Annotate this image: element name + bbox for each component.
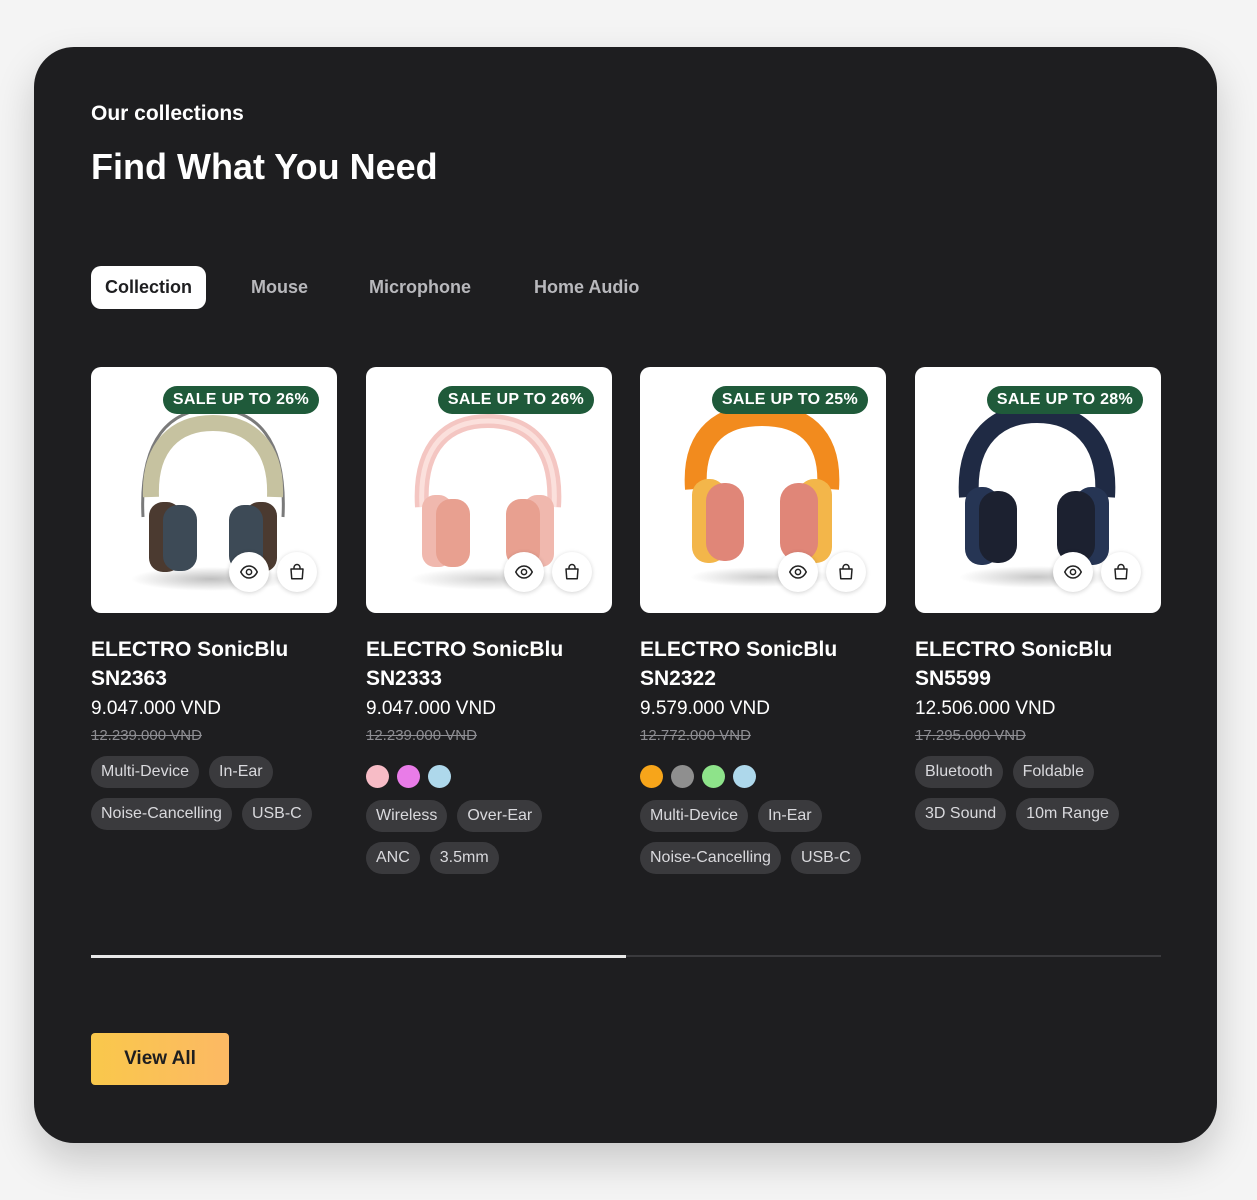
product-price: 9.047.000 VND — [366, 698, 496, 719]
product-price: 9.047.000 VND — [91, 698, 221, 719]
feature-tag: USB-C — [241, 798, 312, 830]
product-old-price: 12.239.000 VND — [366, 727, 477, 744]
product-price: 9.579.000 VND — [640, 698, 770, 719]
color-swatches — [366, 761, 612, 791]
sale-badge: SALE UP TO 25% — [711, 386, 868, 414]
product-name[interactable]: ELECTRO SonicBlu SN2322 — [640, 635, 886, 693]
add-to-cart-button[interactable] — [826, 552, 866, 592]
product-card[interactable]: SALE UP TO 26% ELECTRO SonicBlu SN2333 9… — [366, 367, 612, 884]
color-swatch[interactable] — [397, 764, 420, 788]
feature-tags: Bluetooth Foldable 3D Sound 10m Range — [915, 756, 1161, 840]
eye-icon — [515, 565, 533, 579]
feature-tag: ANC — [366, 842, 420, 874]
feature-tag: Multi-Device — [91, 756, 200, 788]
feature-tag: Over-Ear — [457, 800, 543, 832]
product-image[interactable]: SALE UP TO 26% — [91, 367, 337, 613]
feature-tag: 3.5mm — [429, 842, 499, 874]
feature-tags: Wireless Over-Ear ANC 3.5mm — [366, 800, 612, 884]
shopping-bag-icon — [1114, 563, 1128, 580]
feature-tag: Bluetooth — [915, 756, 1003, 788]
product-price: 12.506.000 VND — [915, 698, 1056, 719]
color-swatch[interactable] — [733, 764, 756, 788]
add-to-cart-button[interactable] — [1101, 552, 1141, 592]
product-card[interactable]: SALE UP TO 26% ELECTRO SonicBlu SN2363 9… — [91, 367, 337, 840]
color-swatch[interactable] — [428, 764, 451, 788]
tab-mouse[interactable]: Mouse — [238, 266, 322, 309]
color-swatch[interactable] — [640, 764, 663, 788]
sale-badge: SALE UP TO 26% — [162, 386, 319, 414]
eye-icon — [240, 565, 258, 579]
product-name[interactable]: ELECTRO SonicBlu SN5599 — [915, 635, 1161, 693]
collections-panel: Our collections Find What You Need Colle… — [34, 47, 1217, 1143]
sale-badge: SALE UP TO 28% — [986, 386, 1143, 414]
shopping-bag-icon — [290, 563, 304, 580]
quick-view-button[interactable] — [1053, 552, 1093, 592]
add-to-cart-button[interactable] — [552, 552, 592, 592]
product-image[interactable]: SALE UP TO 26% — [366, 367, 612, 613]
category-tabs: Collection Mouse Microphone Home Audio — [91, 266, 686, 309]
feature-tag: Foldable — [1012, 756, 1094, 788]
eye-icon — [1064, 565, 1082, 579]
product-carousel: SALE UP TO 26% ELECTRO SonicBlu SN2363 9… — [91, 367, 1161, 907]
carousel-scrollbar-thumb[interactable] — [91, 955, 626, 958]
section-eyebrow: Our collections — [91, 102, 244, 125]
sale-badge: SALE UP TO 26% — [437, 386, 594, 414]
feature-tag: Wireless — [366, 800, 448, 832]
product-image[interactable]: SALE UP TO 25% — [640, 367, 886, 613]
shopping-bag-icon — [839, 563, 853, 580]
eye-icon — [789, 565, 807, 579]
quick-view-button[interactable] — [504, 552, 544, 592]
feature-tag: Noise-Cancelling — [91, 798, 232, 830]
feature-tag: Noise-Cancelling — [640, 842, 781, 874]
feature-tag: 10m Range — [1016, 798, 1119, 830]
feature-tags: Multi-Device In-Ear Noise-Cancelling USB… — [640, 800, 886, 884]
product-old-price: 17.295.000 VND — [915, 727, 1026, 744]
feature-tag: 3D Sound — [915, 798, 1007, 830]
color-swatch[interactable] — [702, 764, 725, 788]
product-old-price: 12.239.000 VND — [91, 727, 202, 744]
feature-tag: USB-C — [790, 842, 861, 874]
color-swatches — [640, 761, 886, 791]
color-swatch[interactable] — [366, 764, 389, 788]
product-name[interactable]: ELECTRO SonicBlu SN2333 — [366, 635, 612, 693]
tab-collection[interactable]: Collection — [91, 266, 207, 309]
color-swatch[interactable] — [671, 764, 694, 788]
feature-tag: In-Ear — [209, 756, 273, 788]
add-to-cart-button[interactable] — [277, 552, 317, 592]
product-card[interactable]: SALE UP TO 28% ELECTRO SonicBlu SN5599 1… — [915, 367, 1161, 840]
quick-view-button[interactable] — [229, 552, 269, 592]
shopping-bag-icon — [565, 563, 579, 580]
carousel-scrollbar[interactable] — [91, 955, 1161, 958]
tab-home-audio[interactable]: Home Audio — [518, 266, 653, 309]
feature-tag: In-Ear — [758, 800, 822, 832]
quick-view-button[interactable] — [778, 552, 818, 592]
product-image[interactable]: SALE UP TO 28% — [915, 367, 1161, 613]
section-title: Find What You Need — [91, 146, 438, 187]
product-old-price: 12.772.000 VND — [640, 727, 751, 744]
product-card[interactable]: SALE UP TO 25% ELECTRO SonicBlu SN2322 9… — [640, 367, 886, 884]
product-name[interactable]: ELECTRO SonicBlu SN2363 — [91, 635, 337, 693]
feature-tag: Multi-Device — [640, 800, 749, 832]
view-all-button[interactable]: View All — [91, 1033, 229, 1085]
feature-tags: Multi-Device In-Ear Noise-Cancelling USB… — [91, 756, 337, 840]
tab-microphone[interactable]: Microphone — [355, 266, 485, 309]
